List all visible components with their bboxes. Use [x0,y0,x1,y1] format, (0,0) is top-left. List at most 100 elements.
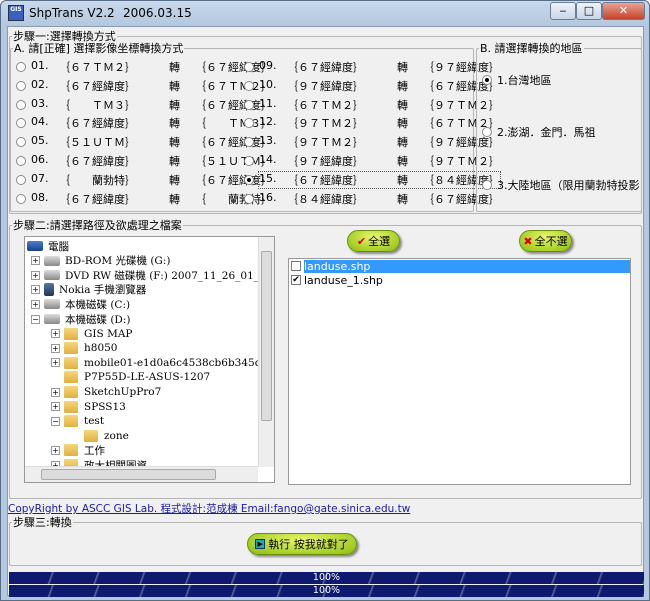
conversion-option-11[interactable]: 11. ｛６７ＴＭ２｝轉｛９７ＴＭ２｝ [244,97,500,113]
region-option-1[interactable]: 1.台灣地區 [482,72,642,88]
phone-icon [44,283,54,297]
collapse-icon[interactable]: − [31,314,40,324]
tree-item[interactable]: P7P55D-LE-ASUS-1207 [51,370,210,384]
option-arrow: 轉 [397,155,408,168]
folder-icon [64,386,78,398]
expand-icon[interactable]: + [51,343,60,353]
tree-item[interactable]: 電腦 [27,239,69,253]
radio-button[interactable] [244,80,254,91]
radio-button[interactable] [16,62,26,72]
play-icon: ▶ [255,539,266,549]
conversion-option-13[interactable]: 13. ｛９７ＴＭ２｝轉｛９７經緯度｝ [244,134,500,150]
file-checkbox[interactable] [291,261,301,271]
expand-icon[interactable]: + [51,445,60,455]
expand-icon[interactable]: + [31,256,40,266]
radio-button[interactable] [244,99,254,110]
file-list[interactable]: landuse.shp ✔ landuse_1.shp [288,258,631,485]
file-checkbox[interactable]: ✔ [291,275,301,285]
conversion-option-14[interactable]: 14. ｛９７經緯度｝轉｛９７ＴＭ２｝ [244,153,500,169]
radio-button[interactable] [16,99,26,110]
radio-button[interactable] [244,118,254,129]
tree-item[interactable]: − test [51,414,104,428]
conversion-option-08[interactable]: 08. ｛６７經緯度｝轉｛ 蘭勃特｝ [16,191,272,207]
file-item[interactable]: ✔ landuse_1.shp [289,273,630,287]
option-number: 10. [259,77,277,91]
conversion-option-15[interactable]: 15. ｛６７經緯度｝轉｛８４經緯度｝ [244,170,501,189]
radio-button[interactable] [16,137,26,148]
expand-icon[interactable]: + [31,299,40,309]
region-label: 2.澎湖．金門．馬祖 [497,126,596,139]
radio-button[interactable] [482,75,492,85]
option-from: ｛８４經緯度｝ [287,192,364,206]
option-label: 04. ｛６７經緯度｝轉｛ ＴＭ３｝ [31,115,272,131]
select-all-button[interactable]: ✔ 全選 [347,230,400,252]
radio-button[interactable] [244,62,254,72]
expand-icon[interactable]: + [51,402,60,412]
tree-item[interactable]: + 工作 [51,443,105,457]
radio-button[interactable] [16,156,26,166]
radio-button[interactable] [482,127,492,137]
tree-item[interactable]: zone [71,429,129,443]
tree-item[interactable]: + SketchUpPro7 [51,385,161,399]
expand-icon[interactable]: + [51,387,60,397]
conversion-option-16[interactable]: 16. ｛８４經緯度｝轉｛６７經緯度｝ [244,191,500,207]
conversion-option-01[interactable]: 01. ｛６７ＴＭ２｝轉｛６７經緯度｝ [16,59,272,75]
option-label: 02. ｛６７經緯度｝轉｛６７ＴＭ２｝ [31,78,272,94]
radio-button[interactable] [16,193,26,204]
conversion-option-07[interactable]: 07. ｛ 蘭勃特｝轉｛６７經緯度｝ [16,172,272,188]
tree-item[interactable]: + DVD RW 磁碟機 (F:) 2007_11_26_01_A [31,268,267,282]
conversion-option-06[interactable]: 06. ｛６７經緯度｝轉｛５１ＵＴＭ｝ [16,153,272,169]
option-arrow: 轉 [169,117,180,131]
radio-button[interactable] [244,137,254,148]
expand-icon[interactable]: + [31,285,40,295]
option-from: ｛９７經緯度｝ [287,79,364,93]
folder-tree[interactable]: 電腦 + BD-ROM 光碟機 (G:) + DVD RW 磁碟機 (F:) 2007_… [24,236,275,483]
conversion-option-10[interactable]: 10. ｛９７經緯度｝轉｛６７經緯度｝ [244,78,500,94]
collapse-icon[interactable]: − [51,416,60,426]
radio-button[interactable] [16,80,26,91]
radio-button[interactable] [244,174,254,185]
expand-icon[interactable]: + [31,270,40,280]
tree-item-label: GIS MAP [84,327,133,340]
conversion-option-05[interactable]: 05. ｛５１ＵＴＭ｝轉｛６７經緯度｝ [16,134,272,150]
option-label: 07. ｛ 蘭勃特｝轉｛６７經緯度｝ [31,172,272,188]
deselect-all-button[interactable]: ✖ 全不選 [519,230,572,252]
region-option-2[interactable]: 2.澎湖．金門．馬祖 [482,124,642,140]
option-from: ｛６７經緯度｝ [287,173,364,187]
region-option-3[interactable]: 3.大陸地區（限用蘭勃特投影 [482,177,642,193]
conversion-option-09[interactable]: 09. ｛６７經緯度｝轉｛９７經緯度｝ [244,59,500,75]
minimize-button[interactable]: ‒ [550,2,576,20]
tree-item[interactable]: + BD-ROM 光碟機 (G:) [31,254,170,268]
radio-button[interactable] [16,118,26,129]
file-item[interactable]: landuse.shp [289,259,630,273]
tree-item[interactable]: + mobile01-e1d0a6c4538cb6b345dcdeb06f136 [51,356,274,370]
group-b-title: B. 請選擇轉換的地區 [480,42,583,55]
radio-button[interactable] [244,193,254,204]
conversion-option-04[interactable]: 04. ｛６７經緯度｝轉｛ ＴＭ３｝ [16,115,272,131]
tree-item[interactable]: + h8050 [51,341,117,355]
radio-button[interactable] [244,156,254,166]
tree-item[interactable]: + GIS MAP [51,327,132,341]
maximize-button[interactable]: □ [576,2,602,20]
region-label: 1.台灣地區 [497,74,552,87]
option-label: 01. ｛６７ＴＭ２｝轉｛６７經緯度｝ [31,59,272,75]
tree-item-label: SketchUpPro7 [84,386,162,398]
tree-item[interactable]: + SPSS13 [51,400,126,414]
option-number: 02. [31,77,49,91]
window-date: 2006.03.15 [123,6,192,20]
tree-vertical-scrollbar[interactable] [258,237,274,467]
radio-button[interactable] [482,180,492,190]
conversion-option-12[interactable]: 12. ｛９７ＴＭ２｝轉｛６７ＴＭ２｝ [244,115,500,131]
tree-item[interactable]: + 本機磁碟 (C:) [31,297,130,311]
radio-button[interactable] [16,174,26,185]
conversion-option-03[interactable]: 03. ｛ ＴＭ３｝轉｛６７經緯度｝ [16,97,272,113]
tree-item[interactable]: + Nokia 手機瀏覽器 [31,283,146,297]
conversion-option-02[interactable]: 02. ｛６７經緯度｝轉｛６７ＴＭ２｝ [16,78,272,94]
run-button[interactable]: ▶ 執行 按我就對了 [247,533,357,555]
tree-item[interactable]: − 本機磁碟 (D:) [31,312,131,326]
expand-icon[interactable]: + [51,329,60,339]
progress-bar-1: 100% [9,572,644,584]
close-button[interactable]: ✕ [602,2,645,20]
expand-icon[interactable]: + [51,358,60,368]
tree-horizontal-scrollbar[interactable] [25,466,258,482]
